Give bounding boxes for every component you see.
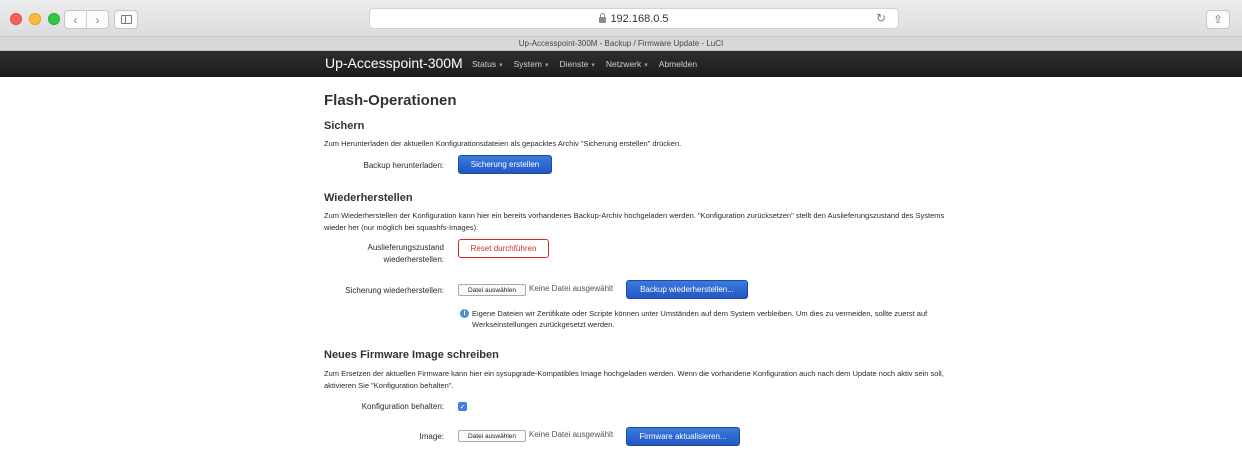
create-backup-button[interactable]: Sicherung erstellen: [458, 155, 552, 174]
reset-button[interactable]: Reset durchführen: [458, 239, 549, 258]
address-bar[interactable]: 192.168.0.5 ↻: [369, 8, 899, 29]
keep-config-label: Konfiguration behalten:: [361, 402, 444, 411]
reset-label-line2: wiederherstellen:: [383, 255, 444, 264]
restore-backup-button[interactable]: Backup wiederherstellen...: [626, 280, 748, 299]
menu-status[interactable]: Status ▾: [472, 59, 503, 69]
menu-abmelden-label: Abmelden: [658, 59, 698, 69]
reload-icon[interactable]: ↻: [876, 11, 886, 25]
close-window-button[interactable]: [10, 13, 22, 25]
flash-firmware-button[interactable]: Firmware aktualisieren...: [626, 427, 740, 446]
lock-icon: [599, 12, 607, 23]
menu-status-label: Status: [472, 59, 497, 69]
firmware-heading: Neues Firmware Image schreiben: [324, 349, 499, 361]
keep-config-checkbox[interactable]: ✓: [458, 402, 467, 411]
menu-abmelden[interactable]: Abmelden: [659, 59, 697, 69]
image-label: Image:: [419, 432, 444, 441]
sidebar-toggle-button[interactable]: [114, 10, 138, 29]
reset-label: Auslieferungszustand wiederherstellen:: [330, 242, 445, 266]
back-button[interactable]: ‹: [65, 11, 86, 28]
restore-label: Sicherung wiederherstellen:: [345, 286, 444, 295]
zoom-window-button[interactable]: [48, 13, 60, 25]
menu-dienste-label: Dienste: [559, 59, 589, 69]
caret-down-icon: ▾: [499, 62, 503, 69]
firmware-description: Zum Ersetzen der aktuellen Firmware kann…: [324, 369, 944, 390]
minimize-window-button[interactable]: [29, 13, 41, 25]
menu-netzwerk-label: Netzwerk: [605, 59, 642, 69]
chevron-left-icon: ‹: [73, 12, 78, 27]
url-text: 192.168.0.5: [610, 12, 669, 25]
forward-button[interactable]: ›: [86, 11, 108, 28]
restore-note: Eigene Dateien wir Zertifikate oder Scri…: [472, 309, 928, 329]
backup-heading: Sichern: [324, 120, 365, 132]
share-button[interactable]: ⇧: [1206, 10, 1230, 29]
tab-title[interactable]: Up-Accesspoint-300M - Backup / Firmware …: [0, 37, 1242, 51]
caret-down-icon: ▾: [591, 62, 595, 69]
restore-file-button[interactable]: Datei auswählen: [458, 284, 526, 296]
restore-description: Zum Wiederherstellen der Konfiguration k…: [324, 211, 945, 232]
firmware-file-button[interactable]: Datei auswählen: [458, 430, 526, 442]
share-icon: ⇧: [1213, 14, 1223, 26]
checkmark-icon: ✓: [459, 403, 466, 411]
caret-down-icon: ▾: [644, 62, 648, 69]
firmware-file-status: Keine Datei ausgewählt: [529, 430, 614, 439]
menu-system[interactable]: System ▾: [514, 59, 549, 69]
restore-heading: Wiederherstellen: [324, 192, 413, 204]
page-title: Flash-Operationen: [324, 92, 457, 109]
sidebar-icon: [121, 15, 132, 24]
menu-netzwerk[interactable]: Netzwerk ▾: [606, 59, 648, 69]
chevron-right-icon: ›: [95, 12, 100, 27]
backup-label: Backup herunterladen:: [363, 161, 445, 170]
main-menu: Status ▾ System ▾ Dienste ▾ Netzwerk ▾ Abmel…: [472, 59, 708, 69]
luci-header: Up-Accesspoint-300M Status ▾ System ▾ Dien…: [0, 51, 1242, 77]
menu-system-label: System: [513, 59, 542, 69]
restore-file-status: Keine Datei ausgewählt: [529, 284, 614, 293]
info-icon: i: [460, 309, 469, 318]
reset-label-line1: Auslieferungszustand: [367, 243, 445, 252]
menu-dienste[interactable]: Dienste ▾: [559, 59, 594, 69]
brand[interactable]: Up-Accesspoint-300M: [325, 55, 463, 71]
caret-down-icon: ▾: [544, 62, 549, 69]
backup-description: Zum Herunterladen der aktuellen Konfigur…: [324, 139, 682, 148]
browser-titlebar: ‹ › 192.168.0.5 ↻ ⇧: [0, 0, 1242, 37]
history-nav: ‹ ›: [64, 10, 109, 29]
